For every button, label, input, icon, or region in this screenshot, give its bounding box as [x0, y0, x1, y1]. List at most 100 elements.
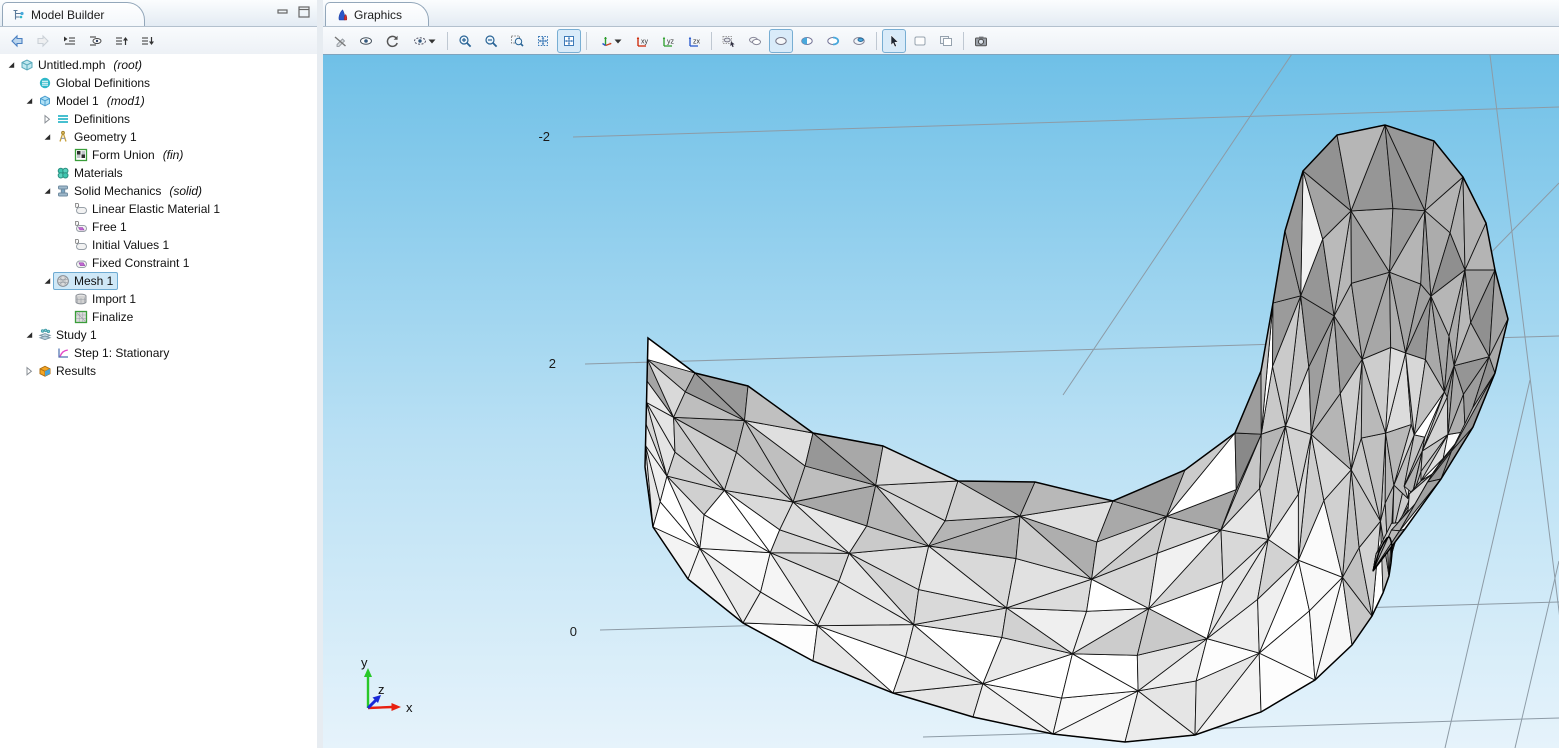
dnode-icon: D — [73, 202, 88, 217]
dropdown-caret-icon[interactable] — [614, 34, 622, 48]
tree-item-selection-box: D Linear Elastic Material 1 — [71, 200, 225, 218]
select-boundaries-icon[interactable] — [821, 29, 845, 53]
tree-item-geometry-1[interactable]: Geometry 1 — [0, 128, 317, 146]
tree-item-free-1[interactable]: DFree 1 — [0, 218, 317, 236]
zoom-in-icon[interactable] — [453, 29, 477, 53]
tree-item-selection-box: Import 1 — [71, 290, 141, 308]
tree-indent — [0, 317, 58, 318]
root-icon — [19, 58, 34, 73]
toolbar-separator — [711, 32, 712, 50]
expanded-arrow-icon[interactable] — [22, 96, 35, 106]
triad-label-y: y — [361, 655, 368, 670]
tree-item-form-union[interactable]: Form Union(fin) — [0, 146, 317, 164]
transparency-icon[interactable] — [908, 29, 932, 53]
tree-item-mesh-1[interactable]: Mesh 1 — [0, 272, 317, 290]
tree-item-import-1[interactable]: Import 1 — [0, 290, 317, 308]
graphics-tabstrip: Graphics — [323, 0, 1559, 27]
select-domains-icon[interactable] — [795, 29, 819, 53]
zoom-to-selection-icon[interactable] — [557, 29, 581, 53]
expanded-arrow-icon[interactable] — [40, 186, 53, 196]
scene-light-icon[interactable] — [769, 29, 793, 53]
tree-item-global-definitions[interactable]: Global Definitions — [0, 74, 317, 92]
tree-item-fixed-constraint-1[interactable]: Fixed Constraint 1 — [0, 254, 317, 272]
tree-indent — [0, 101, 22, 102]
wireframe-icon[interactable] — [934, 29, 958, 53]
select-edges-icon[interactable] — [847, 29, 871, 53]
maximize-button[interactable] — [296, 5, 311, 18]
graphics-title: Graphics — [354, 8, 402, 22]
tree-item-step-1-stationary[interactable]: Step 1: Stationary — [0, 344, 317, 362]
tree-item-materials[interactable]: Materials — [0, 164, 317, 182]
expanded-arrow-icon[interactable] — [4, 60, 17, 70]
tree-item-study-1[interactable]: Study 1 — [0, 326, 317, 344]
toolbar-separator — [876, 32, 877, 50]
graphics-viewport[interactable]: -220yzx — [323, 54, 1559, 749]
deselect-icon[interactable] — [743, 29, 767, 53]
tree-item-selection-box: Study 1 — [35, 326, 102, 344]
back-icon[interactable] — [5, 29, 29, 53]
tree-item-definitions[interactable]: Definitions — [0, 110, 317, 128]
zx-view-icon[interactable]: zx — [682, 29, 706, 53]
dropdown-caret-icon[interactable] — [428, 34, 436, 48]
model-builder-title: Model Builder — [31, 8, 104, 22]
expanded-arrow-icon[interactable] — [40, 276, 53, 286]
expanded-arrow-icon[interactable] — [40, 132, 53, 142]
collapsed-arrow-icon[interactable] — [40, 114, 53, 124]
tree-indent — [0, 209, 58, 210]
tree-item-label: Solid Mechanics — [74, 184, 161, 198]
tree-indent — [0, 83, 22, 84]
tree-indent — [0, 173, 40, 174]
plot-disabled-icon[interactable] — [328, 29, 352, 53]
tree-item-label: Linear Elastic Material 1 — [92, 202, 220, 216]
tree-indent — [0, 335, 22, 336]
select-arrow-icon[interactable] — [882, 29, 906, 53]
visibility-icon[interactable] — [354, 29, 378, 53]
xy-view-icon[interactable]: xy — [630, 29, 654, 53]
show-icon[interactable] — [83, 29, 107, 53]
forward-icon[interactable] — [31, 29, 55, 53]
tree-item-label: Model 1 — [56, 94, 99, 108]
materials-icon — [55, 166, 70, 181]
solidmech-icon — [55, 184, 70, 199]
svg-text:0: 0 — [570, 624, 577, 639]
expanded-arrow-icon[interactable] — [22, 330, 35, 340]
tree-item-model-1[interactable]: Model 1(mod1) — [0, 92, 317, 110]
yz-view-icon[interactable]: yz — [656, 29, 680, 53]
zoom-box-icon[interactable] — [505, 29, 529, 53]
default-3d-view-icon[interactable] — [592, 29, 628, 53]
tree-item-results[interactable]: Results — [0, 362, 317, 380]
select-hover-icon[interactable] — [717, 29, 741, 53]
zoom-out-icon[interactable] — [479, 29, 503, 53]
study-icon — [37, 328, 52, 343]
tree-item-linear-elastic-material-1[interactable]: D Linear Elastic Material 1 — [0, 200, 317, 218]
tab-graphics[interactable]: Graphics — [325, 2, 429, 26]
tree-item-initial-values-1[interactable]: DInitial Values 1 — [0, 236, 317, 254]
tree-item-label: Finalize — [92, 310, 133, 324]
tree-item-label: Study 1 — [56, 328, 97, 342]
zoom-extents-icon[interactable] — [531, 29, 555, 53]
tree-item-label: Materials — [74, 166, 123, 180]
view-hidden-icon[interactable] — [406, 29, 442, 53]
tree-indent — [0, 137, 40, 138]
tree-item-finalize[interactable]: Finalize — [0, 308, 317, 326]
collapse-all-icon[interactable] — [57, 29, 81, 53]
toolbar-separator — [963, 32, 964, 50]
model-icon — [37, 94, 52, 109]
reset-view-icon[interactable] — [380, 29, 404, 53]
tree-item-untitled-mph[interactable]: Untitled.mph(root) — [0, 56, 317, 74]
graphics-panel: Graphics xyyzzx -220yzx — [323, 0, 1559, 748]
tab-model-builder[interactable]: Model Builder — [2, 2, 145, 26]
tree-item-selection-box: Mesh 1 — [53, 272, 118, 290]
comsol-logo-icon — [334, 7, 349, 22]
tree-indent — [0, 227, 58, 228]
move-down-icon[interactable] — [135, 29, 159, 53]
tree-item-selection-box: Definitions — [53, 110, 135, 128]
collapsed-arrow-icon[interactable] — [22, 366, 35, 376]
tree-item-label: Import 1 — [92, 292, 136, 306]
svg-text:2: 2 — [549, 356, 556, 371]
scene-svg[interactable]: -220yzx — [323, 55, 1559, 748]
tree-item-solid-mechanics[interactable]: Solid Mechanics(solid) — [0, 182, 317, 200]
move-up-icon[interactable] — [109, 29, 133, 53]
minimize-button[interactable] — [275, 5, 290, 18]
snapshot-icon[interactable] — [969, 29, 993, 53]
